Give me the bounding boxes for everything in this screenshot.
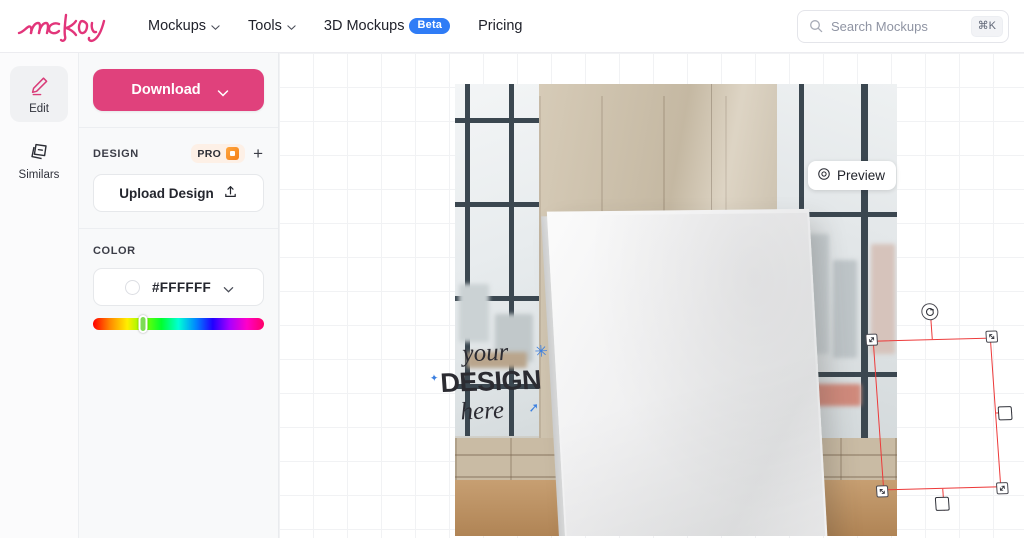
rail-item-label: Edit — [29, 102, 49, 115]
main-nav: Mockups Tools 3D Mockups Beta Pricing — [148, 17, 522, 35]
design-section-title: DESIGN — [93, 147, 139, 160]
design-section-actions: PRO + — [191, 144, 264, 163]
resize-handle-right[interactable] — [997, 406, 1013, 421]
color-value-field[interactable]: #FFFFFF — [93, 268, 264, 306]
chevron-down-icon — [211, 23, 220, 32]
mockup-scene — [455, 84, 897, 536]
resize-handle-top-right[interactable] — [985, 330, 999, 343]
nav-label: Tools — [248, 18, 282, 34]
rail-item-edit[interactable]: Edit — [10, 66, 68, 122]
search-box[interactable]: ⌘K — [797, 9, 1009, 43]
color-section-title: COLOR — [93, 245, 136, 257]
design-section-header: DESIGN PRO + — [93, 144, 264, 163]
search-input[interactable] — [831, 18, 963, 34]
upload-design-button[interactable]: Upload Design — [93, 174, 264, 212]
selection-outline — [872, 337, 1002, 491]
design-selection-box[interactable] — [865, 303, 1013, 511]
nav-item-tools[interactable]: Tools — [248, 18, 296, 34]
design-section: DESIGN PRO + Upload Design — [79, 128, 278, 229]
nav-label: Pricing — [478, 18, 523, 34]
nav-item-pricing[interactable]: Pricing — [478, 18, 522, 34]
rail-item-similars[interactable]: Similars — [10, 132, 68, 188]
nav-label: 3D Mockups — [323, 18, 405, 34]
poster-shading — [548, 212, 828, 536]
color-section: COLOR #FFFFFF — [79, 229, 278, 346]
hue-slider[interactable] — [93, 315, 264, 333]
nav-label: Mockups — [148, 18, 207, 34]
upload-icon — [223, 184, 238, 202]
chevron-down-icon — [217, 87, 228, 96]
sparkle-icon: ✦ — [429, 373, 439, 385]
rotate-handle[interactable] — [920, 303, 939, 321]
preview-button[interactable]: Preview — [807, 161, 896, 190]
left-window — [455, 84, 541, 482]
rail-item-label: Similars — [18, 168, 60, 181]
color-hex-value: #FFFFFF — [151, 279, 212, 295]
pro-badge[interactable]: PRO — [191, 144, 246, 163]
nav-item-3d-mockups[interactable]: 3D Mockups Beta — [323, 17, 451, 35]
nav-item-mockups[interactable]: Mockups — [148, 18, 220, 34]
download-section: Download — [79, 53, 278, 128]
mockey-logo[interactable] — [14, 6, 110, 46]
mockup-canvas[interactable]: your DESIGN here ✳ ✦ ➚ Preview — [279, 53, 1024, 538]
download-label: Download — [131, 82, 201, 98]
search-container: ⌘K — [797, 9, 1009, 43]
rotate-stem — [930, 317, 934, 340]
tool-rail: Edit Similars — [0, 53, 79, 538]
search-icon — [809, 19, 823, 33]
preview-label: Preview — [836, 168, 885, 183]
pro-sparkle-icon — [226, 147, 240, 160]
search-shortcut-badge: ⌘K — [970, 15, 1003, 37]
eye-icon — [817, 167, 831, 184]
layers-icon — [27, 140, 51, 164]
add-design-button[interactable]: + — [252, 145, 264, 162]
app-root: Mockups Tools 3D Mockups Beta Pricing Se… — [0, 0, 1024, 538]
resize-handle-bottom[interactable] — [934, 496, 950, 511]
chevron-down-icon — [223, 284, 234, 293]
color-section-header: COLOR — [93, 245, 264, 257]
pencil-icon — [27, 74, 51, 98]
color-swatch — [124, 279, 140, 295]
mockup-image[interactable] — [455, 84, 897, 536]
hue-slider-handle[interactable] — [138, 315, 148, 333]
chevron-down-icon — [287, 23, 296, 32]
edit-panel: Download DESIGN PRO + Upload Design COLO… — [79, 53, 279, 538]
app-header: Mockups Tools 3D Mockups Beta Pricing Se… — [0, 0, 1024, 53]
resize-handle-bottom-left[interactable] — [875, 485, 889, 498]
resize-handle-top-left[interactable] — [865, 333, 879, 346]
download-button[interactable]: Download — [93, 69, 264, 111]
app-body: Edit Similars Download DESIGN PRO + Uplo… — [0, 53, 1024, 538]
upload-design-label: Upload Design — [119, 185, 214, 201]
resize-handle-bottom-right[interactable] — [995, 482, 1009, 495]
beta-badge: Beta — [409, 17, 451, 35]
pro-label: PRO — [197, 147, 222, 160]
